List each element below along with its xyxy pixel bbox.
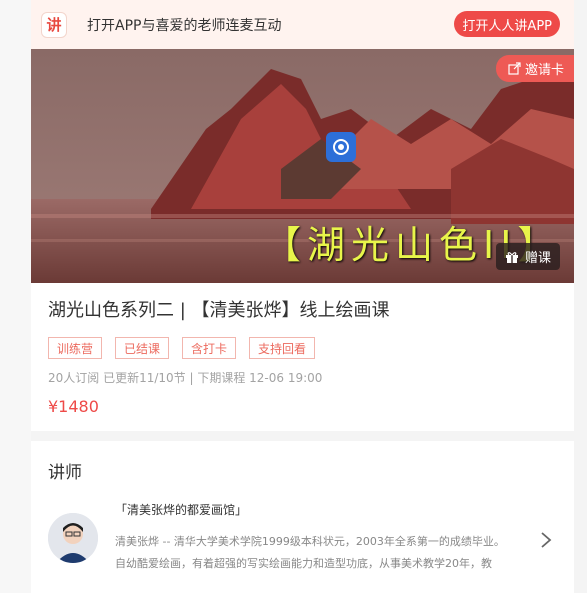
page: 讲 打开APP与喜爱的老师连麦互动 打开人人讲APP 【湖光山色II】 邀请卡 … bbox=[0, 0, 587, 593]
teacher-desc-line2: 自幼酷爱绘画，有着超强的写实绘画能力和造型功底，从事美术教学20年，教 bbox=[115, 557, 492, 570]
course-price: ¥1480 bbox=[48, 397, 99, 416]
brand-logo-icon bbox=[326, 132, 356, 162]
teacher-section-title: 讲师 bbox=[48, 463, 82, 483]
invite-card-button[interactable]: 邀请卡 bbox=[495, 55, 574, 82]
course-title: 湖光山色系列二 | 【清美张烨】线上绘画课 bbox=[48, 300, 390, 321]
gift-course-label: 赠课 bbox=[524, 251, 551, 266]
teacher-name: 「清美张烨的都爱画馆」 bbox=[115, 503, 248, 517]
tag-training-camp: 训练营 bbox=[48, 337, 103, 359]
app-logo-char: 讲 bbox=[46, 16, 62, 34]
left-margin bbox=[0, 0, 31, 593]
teacher-description: 清美张烨 -- 清华大学美术学院1999级本科状元，2003年全系第一的成绩毕业… bbox=[115, 531, 530, 575]
tag-finished: 已结课 bbox=[115, 337, 170, 359]
course-stats: 20人订阅 已更新11/10节 | 下期课程 12-06 19:00 bbox=[48, 371, 323, 385]
course-info: 湖光山色系列二 | 【清美张烨】线上绘画课 训练营 已结课 含打卡 支持回看 2… bbox=[31, 283, 574, 431]
gift-icon bbox=[505, 251, 518, 263]
gift-course-button[interactable]: 赠课 bbox=[495, 243, 560, 270]
teacher-row[interactable]: 「清美张烨的都爱画馆」 清美张烨 -- 清华大学美术学院1999级本科状元，20… bbox=[48, 501, 557, 581]
chevron-right-icon bbox=[541, 532, 552, 548]
teacher-section: 讲师 「清美张烨的都爱画馆」 清美张烨 -- 清华大学美术学院1999级本科状元… bbox=[31, 441, 574, 593]
share-icon bbox=[508, 62, 521, 75]
teacher-avatar bbox=[48, 513, 98, 563]
teacher-desc-line1: 清美张烨 -- 清华大学美术学院1999级本科状元，2003年全系第一的成绩毕业… bbox=[115, 535, 505, 548]
tag-replay: 支持回看 bbox=[249, 337, 316, 359]
app-banner-text: 打开APP与喜爱的老师连麦互动 bbox=[87, 17, 282, 34]
course-tags: 训练营 已结课 含打卡 支持回看 bbox=[48, 337, 557, 359]
invite-card-label: 邀请卡 bbox=[524, 63, 564, 78]
app-logo: 讲 bbox=[41, 11, 67, 38]
open-app-button[interactable]: 打开人人讲APP bbox=[454, 11, 560, 37]
course-cover: 【湖光山色II】 邀请卡 赠课 bbox=[31, 49, 574, 283]
tag-check-in: 含打卡 bbox=[182, 337, 237, 359]
app-banner: 讲 打开APP与喜爱的老师连麦互动 打开人人讲APP bbox=[31, 0, 574, 49]
